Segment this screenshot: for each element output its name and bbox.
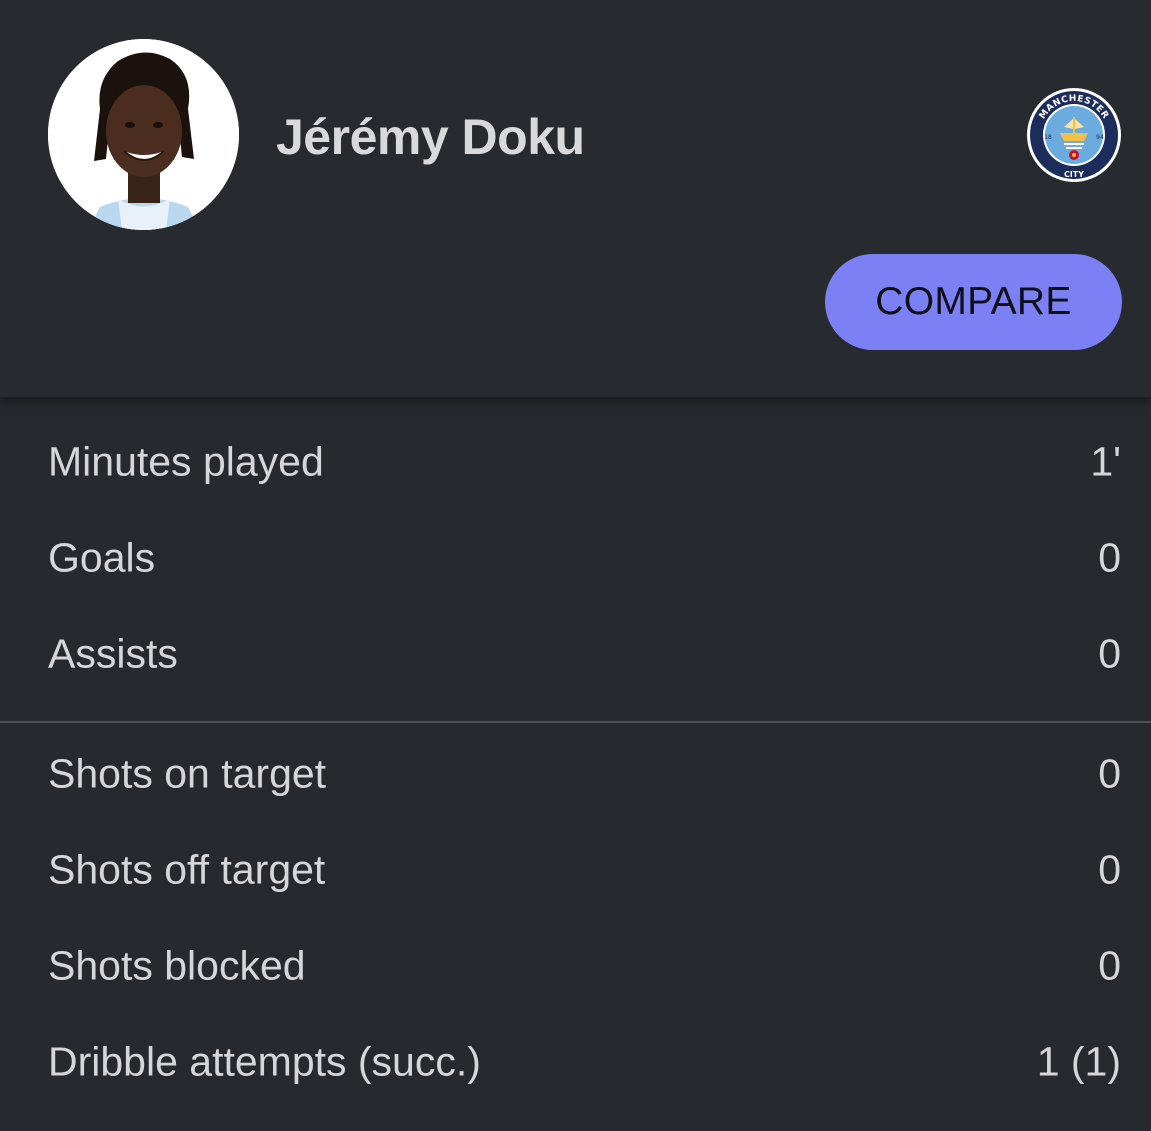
stat-row-goals: Goals 0 <box>0 510 1151 606</box>
stat-label: Assists <box>48 630 178 677</box>
shooting-stats-list: Shots on target 0 Shots off target 0 Sho… <box>0 726 1151 1110</box>
stat-row-shots-blocked: Shots blocked 0 <box>0 918 1151 1014</box>
compare-button[interactable]: COMPARE <box>825 254 1122 350</box>
stat-value: 1 (1) <box>1036 1038 1121 1085</box>
crest-year-right: 94 <box>1096 134 1104 141</box>
primary-stats-list: Minutes played 1' Goals 0 Assists 0 <box>0 414 1151 702</box>
stat-label: Shots off target <box>48 846 326 893</box>
stat-label: Minutes played <box>48 438 324 485</box>
player-photo-icon <box>48 39 239 230</box>
stat-value: 0 <box>1098 630 1121 677</box>
crest-text-bottom: CITY <box>1064 170 1084 179</box>
stat-label: Shots blocked <box>48 942 306 989</box>
stat-label: Goals <box>48 534 156 581</box>
stat-row-minutes-played: Minutes played 1' <box>0 414 1151 510</box>
manchester-city-crest-icon: MANCHESTER CITY 18 94 <box>1027 88 1121 182</box>
stat-value: 0 <box>1098 942 1121 989</box>
stat-label: Dribble attempts (succ.) <box>48 1038 481 1085</box>
stat-row-shots-off-target: Shots off target 0 <box>0 822 1151 918</box>
club-crest-icon[interactable]: MANCHESTER CITY 18 94 <box>1026 87 1122 183</box>
player-name: Jérémy Doku <box>276 109 585 165</box>
player-avatar[interactable] <box>48 39 239 230</box>
stat-value: 1' <box>1090 438 1121 485</box>
stat-value: 0 <box>1098 750 1121 797</box>
stat-row-shots-on-target: Shots on target 0 <box>0 726 1151 822</box>
stat-label: Shots on target <box>48 750 327 797</box>
section-divider <box>0 721 1151 723</box>
stat-row-dribble-attempts: Dribble attempts (succ.) 1 (1) <box>0 1014 1151 1110</box>
stat-row-assists: Assists 0 <box>0 606 1151 702</box>
player-header: Jérémy Doku MANCHESTER CITY 18 94 COMPAR… <box>0 0 1151 397</box>
crest-year-left: 18 <box>1044 134 1052 141</box>
stat-value: 0 <box>1098 534 1121 581</box>
stat-value: 0 <box>1098 846 1121 893</box>
